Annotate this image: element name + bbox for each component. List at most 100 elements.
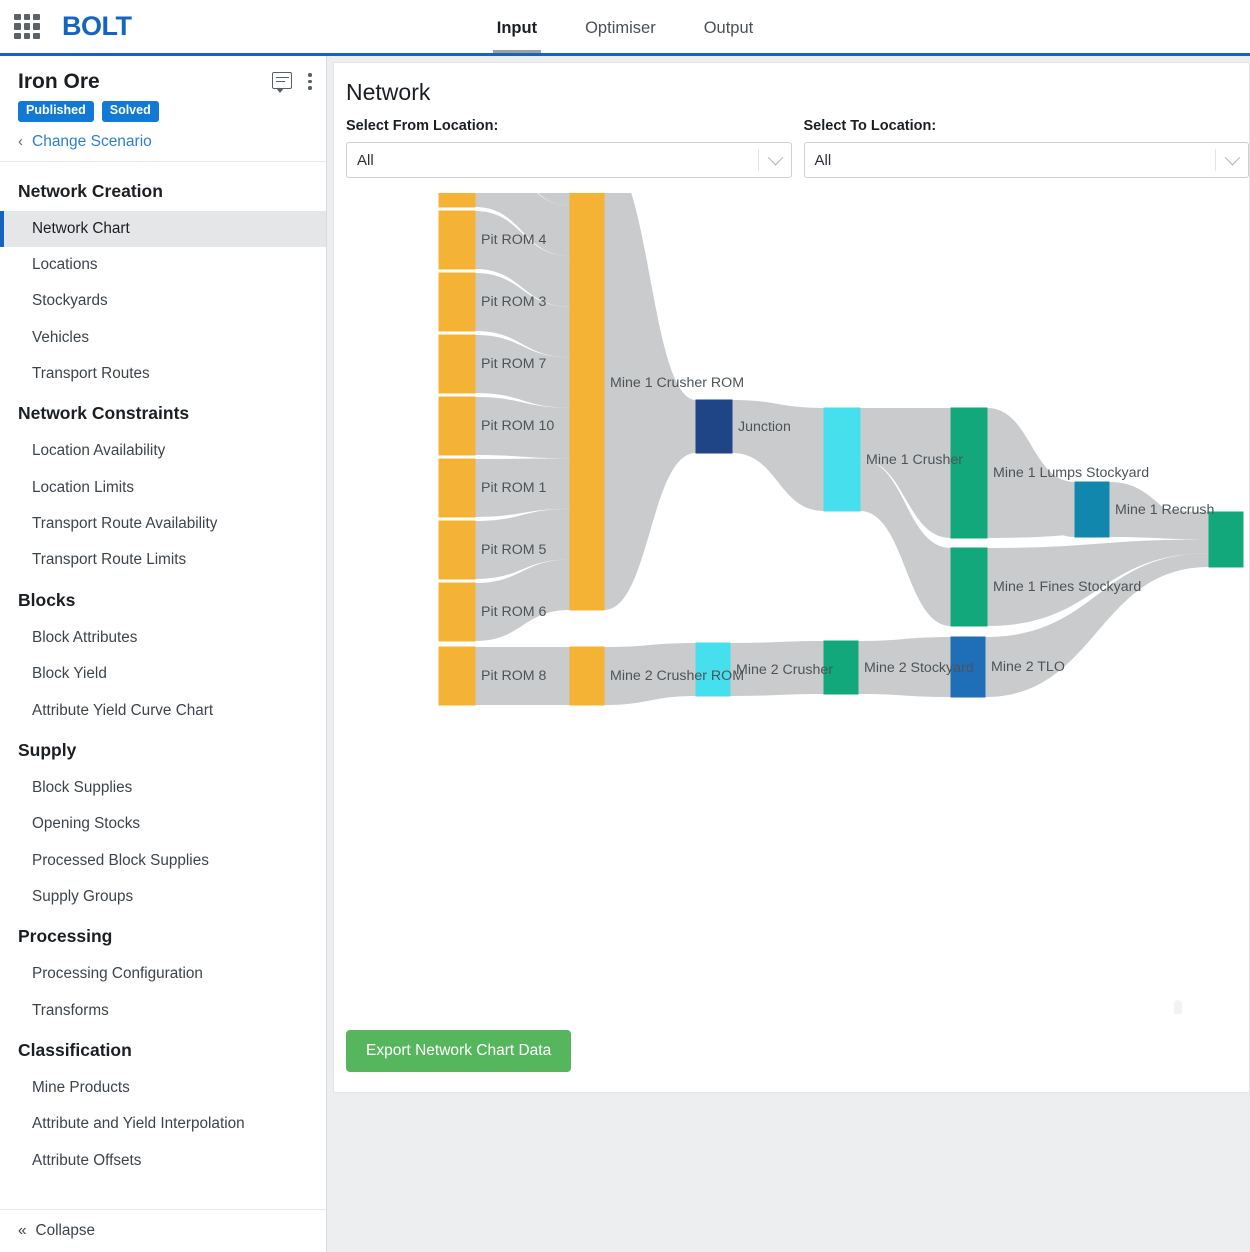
from-location-label: Select From Location: [346,118,499,134]
network-chart-card: Network Select From Location: All Select… [333,62,1250,1093]
main-tab-bar: Input Optimiser Output [0,0,1250,56]
grid-apps-icon[interactable] [14,13,40,40]
sidebar-item-attribute-offsets[interactable]: Attribute Offsets [0,1143,326,1179]
sidebar-nav: Network Creation Network Chart Locations St… [0,162,326,1209]
brand-logo: BOLT [62,11,132,41]
top-bar: BOLT Input Optimiser Output [0,0,1250,56]
sidebar-item-transport-route-limits[interactable]: Transport Route Limits [0,542,326,578]
sankey-node-junction[interactable] [695,399,733,454]
sidebar-item-label: Attribute and Yield Interpolation [32,1115,245,1133]
sidebar-item-block-supplies[interactable]: Block Supplies [0,770,326,806]
sankey-link[interactable] [732,400,824,511]
sidebar-item-vehicles[interactable]: Vehicles [0,320,326,356]
sidebar-item-network-chart[interactable]: Network Chart [0,210,326,248]
sankey-node-pit10[interactable] [438,396,476,456]
collapse-label: Collapse [35,1222,96,1239]
sidebar-group-title: Blocks [18,589,76,610]
page-title: Network [346,79,431,105]
sankey-node-label: Pit ROM 6 [481,604,547,620]
sidebar-item-locations[interactable]: Locations [0,247,326,283]
sankey-svg [438,193,1244,706]
sankey-node-label: Pit ROM 4 [481,232,547,248]
sankey-node-m1rom[interactable] [569,193,605,611]
sidebar-item-label: Attribute Offsets [32,1151,142,1169]
sankey-node-label: Pit ROM 10 [481,418,555,434]
from-location-value: All [357,151,374,169]
sidebar-item-label: Locations [32,256,98,274]
sidebar-group-title: Classification [18,1039,132,1060]
filter-row: Select From Location: All Select To Loca… [334,118,1249,178]
sankey-node-pit3[interactable] [438,272,476,332]
sankey-node-m1recrush[interactable] [1074,481,1110,538]
sidebar-item-processing-configuration[interactable]: Processing Configuration [0,956,326,992]
change-scenario-link[interactable]: ‹ Change Scenario [18,133,310,151]
sidebar-item-transport-route-availability[interactable]: Transport Route Availability [0,506,326,542]
chevron-down-icon [1224,149,1241,165]
sidebar-item-supply-groups[interactable]: Supply Groups [0,879,326,915]
tab-optimiser[interactable]: Optimiser [581,3,660,53]
sidebar-item-mine-products[interactable]: Mine Products [0,1070,326,1106]
sankey-node-m2rom[interactable] [569,646,605,706]
sankey-node-label: Pit ROM 3 [481,294,547,310]
sidebar-item-label: Vehicles [32,328,89,346]
status-badge-solved: Solved [101,101,159,122]
tab-input[interactable]: Input [492,3,542,53]
from-location-select[interactable]: All [346,142,792,178]
sidebar-item-opening-stocks[interactable]: Opening Stocks [0,806,326,842]
sankey-node-label: Junction [738,418,791,435]
sankey-node-m1lumps[interactable] [950,407,988,539]
sidebar-group-title: Network Creation [18,180,163,201]
sidebar-item-location-availability[interactable]: Location Availability [0,433,326,469]
sankey-node-label: Mine 1 Fines Stockyard [993,579,1142,595]
sidebar-item-label: Transport Route Availability [32,515,218,533]
sidebar-item-attribute-and-yield-interpolation[interactable]: Attribute and Yield Interpolation [0,1106,326,1142]
sankey-node-pit9[interactable] [438,193,476,208]
sidebar-group-title: Supply [18,739,77,760]
sidebar-item-location-limits[interactable]: Location Limits [0,470,326,506]
sankey-node-pit5[interactable] [438,520,476,580]
sidebar-item-block-attributes[interactable]: Block Attributes [0,620,326,656]
sankey-node-m1crush[interactable] [823,407,861,512]
chevron-left-icon: ‹ [18,133,23,151]
tab-output[interactable]: Output [700,3,758,53]
sankey-link[interactable] [604,193,696,610]
to-location-value: All [814,151,832,169]
comment-icon[interactable] [272,72,292,93]
sidebar: Iron Ore Published Solved ‹ Change Scena… [0,56,327,1252]
sidebar-item-label: Opening Stocks [32,815,140,833]
export-network-chart-data-button[interactable]: Export Network Chart Data [346,1030,572,1072]
main-content: Network Select From Location: All Select… [327,56,1250,1252]
sankey-node-label: Mine 1 Crusher ROM [610,374,745,391]
sidebar-item-label: Supply Groups [32,887,134,905]
sankey-node-m1fines[interactable] [950,547,988,627]
chevron-down-icon [767,149,783,165]
change-scenario-label: Change Scenario [32,132,152,150]
sankey-chart[interactable]: Pit ROM 2Pit ROM 9Pit ROM 4Pit ROM 3Pit … [334,193,1249,1014]
status-badge-published: Published [18,101,94,122]
sankey-node-m1out[interactable] [1208,511,1244,568]
from-location-filter: Select From Location: All [346,118,792,178]
sidebar-item-label: Transport Routes [32,365,150,383]
sankey-node-label: Mine 2 Stockyard [864,659,974,676]
sidebar-item-processed-block-supplies[interactable]: Processed Block Supplies [0,843,326,879]
sidebar-item-stockyards[interactable]: Stockyards [0,283,326,319]
sidebar-item-transforms[interactable]: Transforms [0,993,326,1029]
sankey-node-pit7[interactable] [438,334,476,394]
kebab-menu-icon[interactable] [308,72,312,90]
scenario-title: Iron Ore [18,70,100,93]
sankey-node-label: Pit ROM 8 [481,668,547,684]
sidebar-item-transport-routes[interactable]: Transport Routes [0,356,326,392]
sankey-node-pit6[interactable] [438,582,476,642]
sankey-node-label: Mine 2 Crusher ROM [610,668,745,684]
sidebar-collapse-button[interactable]: « Collapse [0,1209,326,1252]
sidebar-item-label: Block Attributes [32,628,138,646]
sidebar-item-attribute-yield-curve-chart[interactable]: Attribute Yield Curve Chart [0,693,326,729]
sidebar-item-label: Attribute Yield Curve Chart [32,701,214,719]
sankey-node-pit1[interactable] [438,458,476,518]
sidebar-item-block-yield[interactable]: Block Yield [0,656,326,692]
sidebar-item-label: Transforms [32,1001,109,1019]
sankey-node-pit8[interactable] [438,646,476,706]
horizontal-scrollbar[interactable] [1174,1000,1182,1014]
to-location-select[interactable]: All [803,142,1249,178]
sankey-node-pit4[interactable] [438,210,476,270]
